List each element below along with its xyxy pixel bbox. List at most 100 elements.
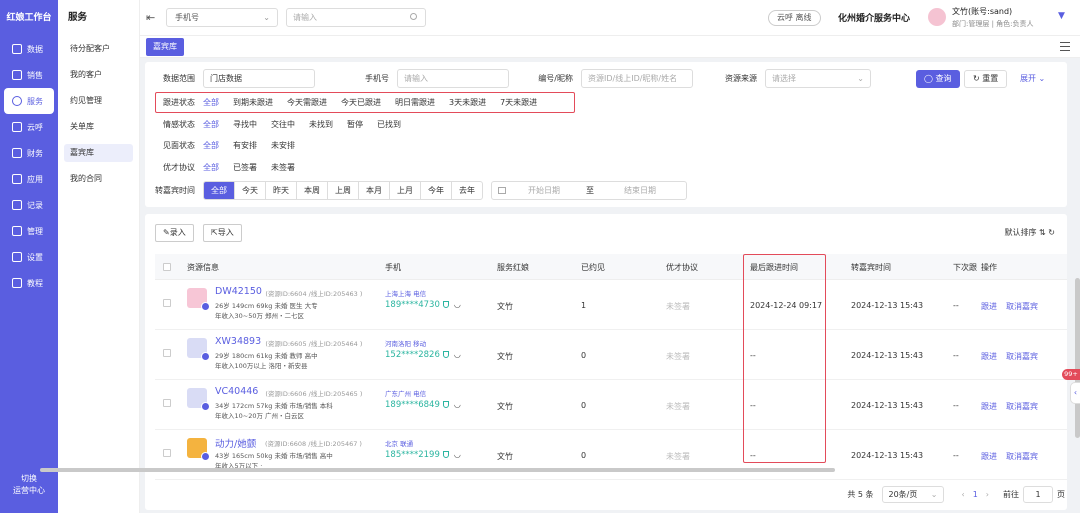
enter-button[interactable]: ✎录入 bbox=[155, 224, 194, 242]
nav-item-7[interactable]: 管理 bbox=[4, 218, 54, 244]
menu-icon[interactable] bbox=[1060, 42, 1070, 51]
switch-center-button[interactable]: 切换 运营中心 bbox=[0, 473, 58, 497]
talent-option-0[interactable]: 全部 bbox=[203, 162, 219, 173]
nav-item-2[interactable]: 服务 bbox=[4, 88, 54, 114]
emotion-option-2[interactable]: 交往中 bbox=[271, 119, 295, 130]
nav-item-9[interactable]: 教程 bbox=[4, 270, 54, 296]
nav-item-8[interactable]: 设置 bbox=[4, 244, 54, 270]
phone-number[interactable]: 185****2199 ◡ bbox=[385, 450, 461, 460]
user-menu-caret-icon[interactable]: ▼ bbox=[1058, 11, 1065, 21]
reset-button[interactable]: ↻ 重置 bbox=[964, 70, 1008, 88]
resource-avatar[interactable] bbox=[187, 438, 210, 461]
follow-option-0[interactable]: 全部 bbox=[203, 97, 219, 108]
resource-avatar[interactable] bbox=[187, 388, 210, 411]
import-button[interactable]: ⇱导入 bbox=[203, 224, 242, 242]
side-panel-toggle-icon[interactable]: ‹ bbox=[1070, 382, 1080, 404]
horizontal-scrollbar[interactable] bbox=[40, 468, 835, 472]
row-checkbox[interactable] bbox=[163, 399, 171, 407]
search-type-select[interactable]: 手机号 ⌄ bbox=[166, 8, 278, 27]
nav-item-4[interactable]: 财务 bbox=[4, 140, 54, 166]
emotion-option-0[interactable]: 全部 bbox=[203, 119, 219, 130]
sub-nav-item-5[interactable]: 我的合同 bbox=[64, 170, 133, 188]
follow-option-5[interactable]: 3天未跟进 bbox=[449, 97, 486, 108]
row-checkbox[interactable] bbox=[163, 349, 171, 357]
eye-icon[interactable]: ◡ bbox=[454, 300, 461, 309]
data-scope-input[interactable]: 门店数据 bbox=[203, 69, 315, 88]
phone-input[interactable]: 请输入 bbox=[397, 69, 509, 88]
time-option-3[interactable]: 本周 bbox=[297, 182, 328, 199]
code-input[interactable]: 资源ID/线上ID/昵称/姓名 bbox=[581, 69, 693, 88]
time-option-2[interactable]: 昨天 bbox=[266, 182, 297, 199]
user-avatar[interactable] bbox=[928, 8, 946, 26]
cloud-call-status-button[interactable]: 云呼 离线 bbox=[768, 10, 821, 26]
select-all-checkbox[interactable] bbox=[163, 263, 171, 271]
time-option-1[interactable]: 今天 bbox=[235, 182, 266, 199]
meet-option-0[interactable]: 全部 bbox=[203, 140, 219, 151]
expand-link[interactable]: 展开 ⌄ bbox=[1020, 73, 1045, 84]
sub-nav-item-2[interactable]: 约见管理 bbox=[64, 92, 133, 110]
resource-name[interactable]: DW42150 bbox=[215, 286, 262, 297]
emotion-option-1[interactable]: 寻找中 bbox=[233, 119, 257, 130]
resource-name[interactable]: VC40446 bbox=[215, 386, 258, 397]
time-option-0[interactable]: 全部 bbox=[204, 182, 235, 199]
follow-button[interactable]: 跟进 bbox=[981, 401, 997, 412]
sub-nav-item-1[interactable]: 我的客户 bbox=[64, 66, 133, 84]
time-option-8[interactable]: 去年 bbox=[452, 182, 482, 199]
refresh-icon[interactable]: ↻ bbox=[1048, 228, 1055, 237]
meet-option-1[interactable]: 有安排 bbox=[233, 140, 257, 151]
time-option-6[interactable]: 上月 bbox=[390, 182, 421, 199]
global-search-input[interactable]: 请输入 bbox=[286, 8, 426, 27]
follow-option-3[interactable]: 今天已跟进 bbox=[341, 97, 381, 108]
sort-control[interactable]: 默认排序 ⇅ ↻ bbox=[1005, 227, 1056, 238]
eye-icon[interactable]: ◡ bbox=[454, 450, 461, 459]
phone-number[interactable]: 189****6849 ◡ bbox=[385, 400, 461, 410]
current-page[interactable]: 1 bbox=[973, 490, 978, 499]
emotion-option-4[interactable]: 暂停 bbox=[347, 119, 363, 130]
follow-option-6[interactable]: 7天未跟进 bbox=[500, 97, 537, 108]
phone-number[interactable]: 189****4730 ◡ bbox=[385, 300, 461, 310]
nav-item-0[interactable]: 数据 bbox=[4, 36, 54, 62]
prev-page-icon[interactable]: ‹ bbox=[962, 490, 965, 499]
talent-option-1[interactable]: 已签署 bbox=[233, 162, 257, 173]
source-select[interactable]: 请选择 ⌄ bbox=[765, 69, 871, 88]
nav-item-1[interactable]: 销售 bbox=[4, 62, 54, 88]
talent-option-2[interactable]: 未签署 bbox=[271, 162, 295, 173]
sub-nav-item-0[interactable]: 待分配客户 bbox=[64, 40, 133, 58]
follow-option-4[interactable]: 明日需跟进 bbox=[395, 97, 435, 108]
phone-number[interactable]: 152****2826 ◡ bbox=[385, 350, 461, 360]
page-size-select[interactable]: 20条/页 ⌄ bbox=[881, 486, 944, 503]
next-page-icon[interactable]: › bbox=[986, 490, 989, 499]
resource-name[interactable]: XW34893 bbox=[215, 336, 261, 347]
nav-item-3[interactable]: 云呼 bbox=[4, 114, 54, 140]
emotion-option-5[interactable]: 已找到 bbox=[377, 119, 401, 130]
follow-option-2[interactable]: 今天需跟进 bbox=[287, 97, 327, 108]
row-checkbox[interactable] bbox=[163, 299, 171, 307]
resource-avatar[interactable] bbox=[187, 338, 210, 361]
cancel-guest-button[interactable]: 取消嘉宾 bbox=[1006, 351, 1038, 362]
query-button[interactable]: ◯ 查询 bbox=[916, 70, 960, 88]
date-range-picker[interactable]: 开始日期 至 结束日期 bbox=[491, 181, 687, 200]
eye-icon[interactable]: ◡ bbox=[454, 400, 461, 409]
follow-button[interactable]: 跟进 bbox=[981, 451, 997, 462]
follow-button[interactable]: 跟进 bbox=[981, 351, 997, 362]
eye-icon[interactable]: ◡ bbox=[454, 350, 461, 359]
time-option-5[interactable]: 本月 bbox=[359, 182, 390, 199]
nav-item-5[interactable]: 应用 bbox=[4, 166, 54, 192]
resource-avatar[interactable] bbox=[187, 288, 210, 311]
cancel-guest-button[interactable]: 取消嘉宾 bbox=[1006, 401, 1038, 412]
nav-item-6[interactable]: 记录 bbox=[4, 192, 54, 218]
cancel-guest-button[interactable]: 取消嘉宾 bbox=[1006, 451, 1038, 462]
tab-guest-library[interactable]: 嘉宾库 bbox=[146, 38, 184, 56]
emotion-option-3[interactable]: 未找到 bbox=[309, 119, 333, 130]
vertical-scrollbar[interactable] bbox=[1075, 278, 1080, 438]
time-option-4[interactable]: 上周 bbox=[328, 182, 359, 199]
follow-button[interactable]: 跟进 bbox=[981, 301, 997, 312]
sub-nav-item-4[interactable]: 嘉宾库 bbox=[64, 144, 133, 162]
notification-badge[interactable]: 99+ bbox=[1062, 369, 1080, 380]
follow-option-1[interactable]: 到期未跟进 bbox=[233, 97, 273, 108]
goto-page-input[interactable]: 1 bbox=[1023, 486, 1053, 503]
sub-nav-item-3[interactable]: 关单库 bbox=[64, 118, 133, 136]
cancel-guest-button[interactable]: 取消嘉宾 bbox=[1006, 301, 1038, 312]
collapse-menu-icon[interactable]: ⇤ bbox=[146, 11, 155, 24]
row-checkbox[interactable] bbox=[163, 449, 171, 457]
